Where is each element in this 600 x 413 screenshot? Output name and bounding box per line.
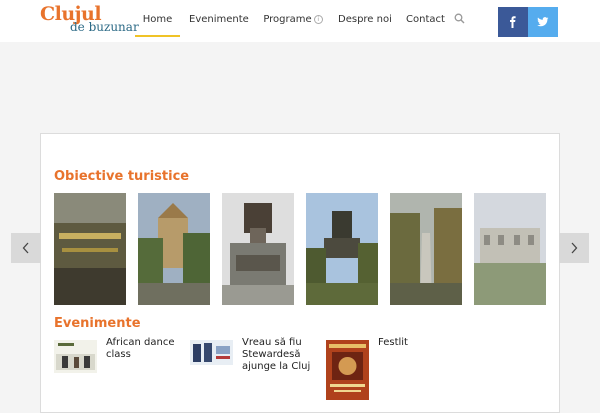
facebook-icon bbox=[510, 16, 516, 28]
facebook-button[interactable] bbox=[498, 7, 528, 37]
chevron-right-icon bbox=[571, 242, 578, 254]
attraction-thumbnail[interactable] bbox=[54, 193, 126, 305]
slider-next-button[interactable] bbox=[559, 233, 589, 263]
event-thumbnail[interactable] bbox=[326, 340, 369, 400]
info-icon: i bbox=[313, 15, 323, 24]
event-title[interactable]: African dance class bbox=[106, 337, 186, 361]
slider-prev-button[interactable] bbox=[11, 233, 41, 263]
event-thumbnail[interactable] bbox=[54, 340, 97, 373]
attraction-thumbnail[interactable] bbox=[474, 193, 546, 305]
site-header: Clujul de buzunar Home Evenimente Progra… bbox=[0, 0, 600, 42]
attraction-thumbnail[interactable] bbox=[306, 193, 378, 305]
attraction-thumbnail[interactable] bbox=[138, 193, 210, 305]
twitter-button[interactable] bbox=[528, 7, 558, 37]
nav-item-programe[interactable]: Programe i bbox=[263, 0, 323, 37]
attraction-thumbnail[interactable] bbox=[222, 193, 294, 305]
event-thumbnail[interactable] bbox=[190, 340, 233, 365]
event-title[interactable]: Vreau să fiu Stewardesă ajunge la Cluj bbox=[242, 337, 322, 373]
event-title[interactable]: Festlit bbox=[378, 337, 458, 349]
attraction-thumbnail[interactable] bbox=[390, 193, 462, 305]
nav-item-evenimente[interactable]: Evenimente bbox=[189, 0, 249, 37]
nav-item-home[interactable]: Home bbox=[135, 0, 180, 37]
logo-sub-text: de buzunar bbox=[70, 20, 139, 34]
twitter-icon bbox=[537, 17, 549, 27]
nav-item-programe-label: Programe bbox=[263, 14, 312, 25]
nav-item-despre-noi[interactable]: Despre noi bbox=[338, 0, 392, 37]
search-icon[interactable] bbox=[454, 13, 465, 24]
nav-item-contact[interactable]: Contact bbox=[406, 0, 445, 37]
events-heading: Evenimente bbox=[54, 316, 141, 331]
site-logo[interactable]: Clujul de buzunar bbox=[40, 3, 139, 37]
attractions-heading: Obiective turistice bbox=[54, 169, 190, 184]
chevron-left-icon bbox=[22, 242, 29, 254]
